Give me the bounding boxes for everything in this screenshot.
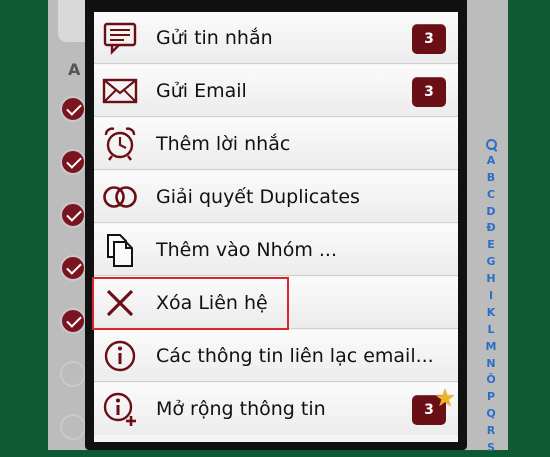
selected-check-icon[interactable] <box>60 308 86 334</box>
alphabet-index[interactable]: A B C D Đ E G H I K L M N Ô P Q R S <box>480 136 502 457</box>
index-letter[interactable]: B <box>480 170 502 187</box>
menu-item-label: Giải quyết Duplicates <box>156 186 360 208</box>
menu-item-resolve-duplicates[interactable]: Giải quyết Duplicates <box>94 171 458 223</box>
menu-item-label: Mở rộng thông tin <box>156 398 326 420</box>
index-letter[interactable]: Q <box>480 406 502 423</box>
index-letter[interactable]: Đ <box>480 220 502 237</box>
menu-item-label: Thêm lời nhắc <box>156 133 291 155</box>
highlight-box <box>92 277 289 330</box>
index-letter[interactable]: L <box>480 322 502 339</box>
index-letter[interactable]: M <box>480 339 502 356</box>
index-letter[interactable]: G <box>480 254 502 271</box>
index-letter[interactable]: Ô <box>480 372 502 389</box>
menu-item-add-to-group[interactable]: Thêm vào Nhóm ... <box>94 224 458 276</box>
selected-check-icon[interactable] <box>60 149 86 175</box>
info-plus-icon <box>103 392 136 426</box>
menu-item-send-message[interactable]: Gửi tin nhắn 3 <box>94 12 458 64</box>
index-letter[interactable]: E <box>480 237 502 254</box>
star-icon: ★ <box>434 384 456 412</box>
menu-item-label: Các thông tin liên lạc email... <box>156 345 434 367</box>
selected-check-icon[interactable] <box>60 96 86 122</box>
index-search-icon[interactable] <box>480 136 502 153</box>
menu-item-contact-email-info[interactable]: Các thông tin liên lạc email... <box>94 330 458 382</box>
index-letter[interactable]: A <box>480 153 502 170</box>
menu-item-add-reminder[interactable]: Thêm lời nhắc <box>94 118 458 170</box>
menu-item-label: Gửi Email <box>156 80 247 102</box>
action-menu: Gửi tin nhắn 3 Gửi Email 3 Thêm lời nhắc… <box>94 12 458 442</box>
menu-item-send-email[interactable]: Gửi Email 3 <box>94 65 458 117</box>
alarm-clock-icon <box>104 127 136 161</box>
menu-item-label: Gửi tin nhắn <box>156 27 273 49</box>
index-letter[interactable]: K <box>480 305 502 322</box>
message-bubble-icon <box>103 22 137 55</box>
selected-check-icon[interactable] <box>60 202 86 228</box>
count-badge: 3 <box>412 77 446 107</box>
index-letter[interactable]: H <box>480 271 502 288</box>
index-letter[interactable]: C <box>480 187 502 204</box>
unselected-circle-icon[interactable] <box>60 361 86 387</box>
index-letter[interactable]: S <box>480 440 502 457</box>
index-letter[interactable]: R <box>480 423 502 440</box>
index-letter[interactable]: I <box>480 288 502 305</box>
index-letter[interactable]: N <box>480 356 502 373</box>
info-icon <box>104 340 136 372</box>
menu-item-expand-info[interactable]: Mở rộng thông tin 3 <box>94 383 458 435</box>
menu-item-label: Thêm vào Nhóm ... <box>156 239 337 261</box>
unselected-circle-icon[interactable] <box>60 414 86 440</box>
section-header: A <box>68 60 81 79</box>
index-letter[interactable]: D <box>480 204 502 221</box>
index-letter[interactable]: P <box>480 389 502 406</box>
merge-circles-icon <box>103 186 137 208</box>
selected-check-icon[interactable] <box>60 255 86 281</box>
envelope-icon <box>102 78 138 104</box>
documents-icon <box>107 234 133 267</box>
count-badge: 3 <box>412 24 446 54</box>
